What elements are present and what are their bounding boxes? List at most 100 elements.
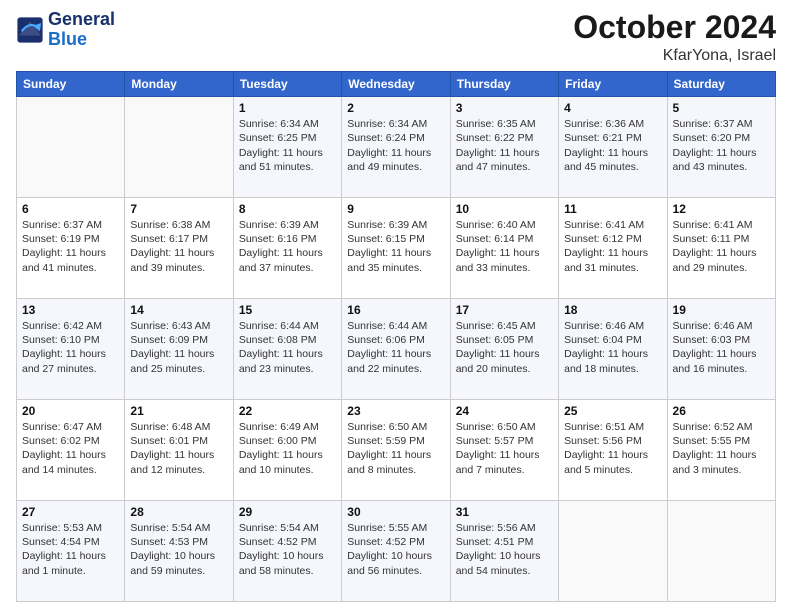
day-number: 22 <box>239 404 336 418</box>
weekday-header: Tuesday <box>233 72 341 97</box>
day-info: Sunrise: 6:38 AMSunset: 6:17 PMDaylight:… <box>130 218 227 275</box>
day-number: 16 <box>347 303 444 317</box>
calendar-cell: 24Sunrise: 6:50 AMSunset: 5:57 PMDayligh… <box>450 400 558 501</box>
calendar-cell: 6 Sunrise: 6:37 AMSunset: 6:19 PMDaylight… <box>17 198 125 299</box>
day-number: 31 <box>456 505 553 519</box>
weekday-row: SundayMondayTuesdayWednesdayThursdayFrid… <box>17 72 776 97</box>
calendar-cell: 7 Sunrise: 6:38 AMSunset: 6:17 PMDaylight… <box>125 198 233 299</box>
day-number: 14 <box>130 303 227 317</box>
calendar-week: 20 Sunrise: 6:47 AMSunset: 6:02 PMDayligh… <box>17 400 776 501</box>
title-block: October 2024 KfarYona, Israel <box>573 10 776 65</box>
day-number: 15 <box>239 303 336 317</box>
day-info: Sunrise: 6:43 AMSunset: 6:09 PMDaylight:… <box>130 319 227 376</box>
day-number: 27 <box>22 505 119 519</box>
calendar-cell: 29Sunrise: 5:54 AMSunset: 4:52 PMDayligh… <box>233 501 341 602</box>
calendar-cell: 3Sunrise: 6:35 AMSunset: 6:22 PMDaylight… <box>450 97 558 198</box>
header: GeneralBlue October 2024 KfarYona, Israe… <box>16 10 776 65</box>
calendar-cell: 31 Sunrise: 5:56 AMSunset: 4:51 PMDayligh… <box>450 501 558 602</box>
calendar-cell: 20 Sunrise: 6:47 AMSunset: 6:02 PMDayligh… <box>17 400 125 501</box>
day-info: Sunrise: 6:41 AMSunset: 6:12 PMDaylight:… <box>564 218 661 275</box>
day-number: 18 <box>564 303 661 317</box>
weekday-header: Saturday <box>667 72 775 97</box>
day-info: Sunrise: 5:55 AMSunset: 4:52 PMDaylight:… <box>347 521 444 578</box>
day-number: 4 <box>564 101 661 115</box>
day-number: 13 <box>22 303 119 317</box>
calendar-cell: 30 Sunrise: 5:55 AMSunset: 4:52 PMDayligh… <box>342 501 450 602</box>
page: GeneralBlue October 2024 KfarYona, Israe… <box>0 0 792 612</box>
day-info: Sunrise: 6:47 AMSunset: 6:02 PMDaylight:… <box>22 420 119 477</box>
day-info: Sunrise: 6:42 AMSunset: 6:10 PMDaylight:… <box>22 319 119 376</box>
day-info: Sunrise: 5:56 AMSunset: 4:51 PMDaylight:… <box>456 521 553 578</box>
day-info: Sunrise: 6:34 AMSunset: 6:24 PMDaylight:… <box>347 117 444 174</box>
weekday-header: Sunday <box>17 72 125 97</box>
day-number: 10 <box>456 202 553 216</box>
calendar-cell: 22 Sunrise: 6:49 AMSunset: 6:00 PMDayligh… <box>233 400 341 501</box>
calendar-cell: 4Sunrise: 6:36 AMSunset: 6:21 PMDaylight… <box>559 97 667 198</box>
calendar-week: 13 Sunrise: 6:42 AMSunset: 6:10 PMDayligh… <box>17 299 776 400</box>
logo-text: GeneralBlue <box>48 10 115 50</box>
day-info: Sunrise: 6:51 AMSunset: 5:56 PMDaylight:… <box>564 420 661 477</box>
day-info: Sunrise: 6:41 AMSunset: 6:11 PMDaylight:… <box>673 218 770 275</box>
day-number: 9 <box>347 202 444 216</box>
day-number: 28 <box>130 505 227 519</box>
day-number: 6 <box>22 202 119 216</box>
calendar-cell: 13 Sunrise: 6:42 AMSunset: 6:10 PMDayligh… <box>17 299 125 400</box>
calendar-cell: 28Sunrise: 5:54 AMSunset: 4:53 PMDayligh… <box>125 501 233 602</box>
day-number: 26 <box>673 404 770 418</box>
calendar-cell <box>559 501 667 602</box>
day-info: Sunrise: 6:45 AMSunset: 6:05 PMDaylight:… <box>456 319 553 376</box>
calendar-cell <box>17 97 125 198</box>
calendar-body: 1Sunrise: 6:34 AMSunset: 6:25 PMDaylight… <box>17 97 776 602</box>
day-number: 11 <box>564 202 661 216</box>
day-info: Sunrise: 6:35 AMSunset: 6:22 PMDaylight:… <box>456 117 553 174</box>
day-number: 25 <box>564 404 661 418</box>
month-title: October 2024 <box>573 10 776 45</box>
day-info: Sunrise: 6:52 AMSunset: 5:55 PMDaylight:… <box>673 420 770 477</box>
day-info: Sunrise: 6:39 AMSunset: 6:16 PMDaylight:… <box>239 218 336 275</box>
calendar-cell: 14 Sunrise: 6:43 AMSunset: 6:09 PMDayligh… <box>125 299 233 400</box>
day-number: 7 <box>130 202 227 216</box>
calendar-cell: 5 Sunrise: 6:37 AMSunset: 6:20 PMDaylight… <box>667 97 775 198</box>
calendar-cell: 8 Sunrise: 6:39 AMSunset: 6:16 PMDaylight… <box>233 198 341 299</box>
calendar-cell: 11 Sunrise: 6:41 AMSunset: 6:12 PMDayligh… <box>559 198 667 299</box>
day-info: Sunrise: 6:37 AMSunset: 6:20 PMDaylight:… <box>673 117 770 174</box>
calendar-cell <box>667 501 775 602</box>
day-number: 30 <box>347 505 444 519</box>
day-number: 12 <box>673 202 770 216</box>
day-info: Sunrise: 6:34 AMSunset: 6:25 PMDaylight:… <box>239 117 336 174</box>
calendar-cell: 27Sunrise: 5:53 AMSunset: 4:54 PMDayligh… <box>17 501 125 602</box>
calendar-cell: 9 Sunrise: 6:39 AMSunset: 6:15 PMDaylight… <box>342 198 450 299</box>
calendar-cell: 16 Sunrise: 6:44 AMSunset: 6:06 PMDayligh… <box>342 299 450 400</box>
calendar-cell: 18 Sunrise: 6:46 AMSunset: 6:04 PMDayligh… <box>559 299 667 400</box>
logo-icon <box>16 16 44 44</box>
day-info: Sunrise: 6:40 AMSunset: 6:14 PMDaylight:… <box>456 218 553 275</box>
day-info: Sunrise: 6:37 AMSunset: 6:19 PMDaylight:… <box>22 218 119 275</box>
day-number: 20 <box>22 404 119 418</box>
calendar-week: 1Sunrise: 6:34 AMSunset: 6:25 PMDaylight… <box>17 97 776 198</box>
day-number: 8 <box>239 202 336 216</box>
calendar-cell: 26 Sunrise: 6:52 AMSunset: 5:55 PMDayligh… <box>667 400 775 501</box>
day-info: Sunrise: 6:46 AMSunset: 6:03 PMDaylight:… <box>673 319 770 376</box>
day-number: 19 <box>673 303 770 317</box>
calendar-week: 6 Sunrise: 6:37 AMSunset: 6:19 PMDaylight… <box>17 198 776 299</box>
calendar-cell: 1Sunrise: 6:34 AMSunset: 6:25 PMDaylight… <box>233 97 341 198</box>
day-info: Sunrise: 6:39 AMSunset: 6:15 PMDaylight:… <box>347 218 444 275</box>
calendar-cell: 17 Sunrise: 6:45 AMSunset: 6:05 PMDayligh… <box>450 299 558 400</box>
day-info: Sunrise: 6:44 AMSunset: 6:06 PMDaylight:… <box>347 319 444 376</box>
day-info: Sunrise: 6:49 AMSunset: 6:00 PMDaylight:… <box>239 420 336 477</box>
calendar-cell: 21Sunrise: 6:48 AMSunset: 6:01 PMDayligh… <box>125 400 233 501</box>
weekday-header: Thursday <box>450 72 558 97</box>
calendar-cell: 19 Sunrise: 6:46 AMSunset: 6:03 PMDayligh… <box>667 299 775 400</box>
day-info: Sunrise: 6:50 AMSunset: 5:57 PMDaylight:… <box>456 420 553 477</box>
calendar-cell: 25 Sunrise: 6:51 AMSunset: 5:56 PMDayligh… <box>559 400 667 501</box>
day-info: Sunrise: 6:46 AMSunset: 6:04 PMDaylight:… <box>564 319 661 376</box>
day-number: 5 <box>673 101 770 115</box>
day-number: 17 <box>456 303 553 317</box>
calendar-cell: 10 Sunrise: 6:40 AMSunset: 6:14 PMDayligh… <box>450 198 558 299</box>
day-number: 21 <box>130 404 227 418</box>
day-number: 29 <box>239 505 336 519</box>
calendar-cell <box>125 97 233 198</box>
location-title: KfarYona, Israel <box>573 47 776 65</box>
logo: GeneralBlue <box>16 10 115 50</box>
weekday-header: Wednesday <box>342 72 450 97</box>
